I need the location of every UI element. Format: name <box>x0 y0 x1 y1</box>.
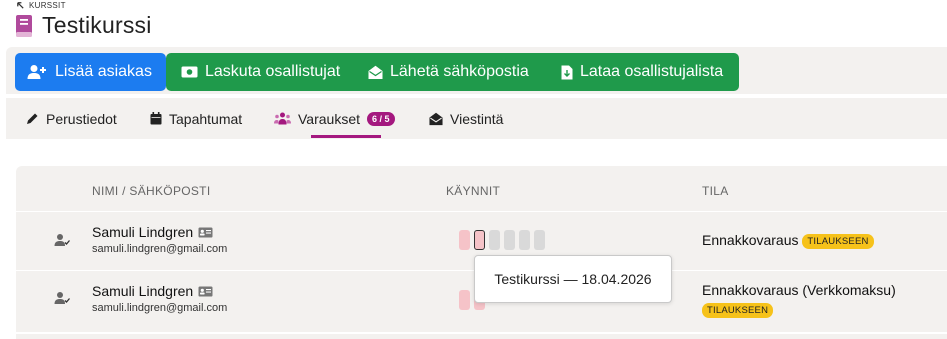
visit-tooltip: Testikurssi — 18.04.2026 <box>474 255 672 303</box>
visit-slot[interactable] <box>489 230 500 250</box>
participant-actions-group: Laskuta osallistujat Lähetä sähköpostia … <box>166 53 739 91</box>
id-card-icon[interactable] <box>198 286 213 297</box>
page-header: Testikurssi <box>14 12 152 39</box>
user-check-icon <box>54 292 70 304</box>
tab-label: Tapahtumat <box>169 110 243 127</box>
participant-name: Samuli Lindgren <box>92 224 213 240</box>
bookings-table: NIMI / SÄHKÖPOSTI KÄYNNIT TILA Samuli Li… <box>16 166 947 339</box>
envelope-open-icon <box>429 112 443 125</box>
invoice-participants-button[interactable]: Laskuta osallistujat <box>181 53 340 91</box>
money-bill-icon <box>181 66 198 78</box>
invoice-participants-label: Laskuta osallistujat <box>205 63 341 80</box>
visit-slot[interactable] <box>519 230 530 250</box>
users-icon <box>274 112 291 125</box>
user-check-icon <box>54 234 70 246</box>
visit-slot-selected[interactable] <box>474 230 485 250</box>
tab-bar: Perustiedot Tapahtumat Varaukset 6 / 5 V… <box>6 98 947 139</box>
status-badge: TILAUKSEEN <box>702 303 774 319</box>
booking-count-badge: 6 / 5 <box>367 111 395 126</box>
add-user-icon <box>27 65 46 79</box>
tab-label: Viestintä <box>450 110 504 127</box>
status-badge: TILAUKSEEN <box>802 233 874 249</box>
send-email-button[interactable]: Lähetä sähköpostia <box>368 53 529 91</box>
add-customer-label: Lisää asiakas <box>55 63 152 80</box>
column-header-status[interactable]: TILA <box>702 184 729 198</box>
tab-label: Perustiedot <box>46 110 117 127</box>
status-badge-wrap: TILAUKSEEN <box>702 302 774 320</box>
visit-slot[interactable] <box>459 230 470 250</box>
tab-bookings[interactable]: Varaukset 6 / 5 <box>274 98 395 139</box>
participant-email: samuli.lindgren@gmail.com <box>92 243 228 255</box>
column-header-name[interactable]: NIMI / SÄHKÖPOSTI <box>92 184 210 198</box>
tab-label: Varaukset <box>298 110 360 127</box>
booking-status: Ennakkovaraus TILAUKSEEN <box>702 232 874 249</box>
book-icon <box>16 14 32 37</box>
participant-email: samuli.lindgren@gmail.com <box>92 302 228 314</box>
id-card-icon[interactable] <box>198 227 213 238</box>
send-email-label: Lähetä sähköpostia <box>390 63 529 80</box>
calendar-icon <box>150 112 162 125</box>
participant-name: Samuli Lindgren <box>92 283 213 299</box>
breadcrumb-link[interactable]: KURSSIT <box>29 1 66 10</box>
table-row[interactable] <box>16 332 947 339</box>
add-customer-button[interactable]: Lisää asiakas <box>15 53 166 91</box>
download-list-label: Lataa osallistujalista <box>580 63 724 80</box>
visit-slot[interactable] <box>459 290 470 310</box>
page-title: Testikurssi <box>42 12 152 38</box>
visit-slot[interactable] <box>534 230 545 250</box>
tab-communication[interactable]: Viestintä <box>429 98 503 139</box>
action-toolbar: Lisää asiakas Laskuta osallistujat Lähet… <box>6 47 947 94</box>
file-download-icon <box>561 65 573 79</box>
arrow-up-left-icon <box>17 2 24 9</box>
tab-events[interactable]: Tapahtumat <box>150 98 242 139</box>
column-header-visits[interactable]: KÄYNNIT <box>446 184 500 198</box>
tab-basic-info[interactable]: Perustiedot <box>26 98 117 139</box>
breadcrumb[interactable]: KURSSIT <box>16 1 66 10</box>
visit-slot[interactable] <box>504 230 515 250</box>
pencil-icon <box>27 113 38 124</box>
download-list-button[interactable]: Lataa osallistujalista <box>561 53 723 91</box>
active-tab-indicator <box>311 135 381 138</box>
visit-indicators <box>459 230 545 250</box>
envelope-open-icon <box>368 65 383 79</box>
booking-status: Ennakkovaraus (Verkkomaksu) <box>702 282 896 298</box>
